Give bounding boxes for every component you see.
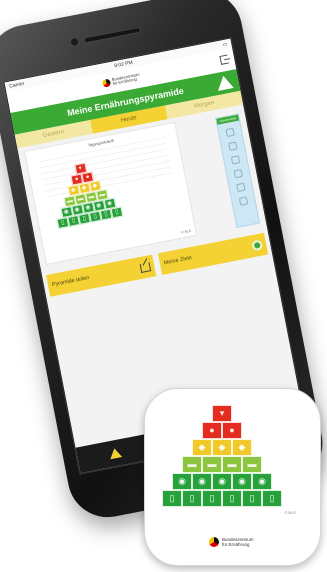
pyramid-row: ◉ ◉ ◉ ◉ ◉: [172, 473, 272, 490]
food-icon: ◆: [70, 187, 77, 194]
food-icon: ◉: [106, 200, 113, 208]
share-pyramid-label: Pyramide teilen: [51, 275, 90, 289]
food-icon: ▬: [87, 193, 95, 201]
food-item-icon[interactable]: [238, 196, 249, 206]
food-drawer[interactable]: Lebensmittel: [215, 113, 261, 228]
food-icon: ▯: [114, 209, 120, 216]
food-icon: ◉: [178, 476, 186, 486]
food-icon: ▬: [98, 191, 106, 199]
app-icon-caption: © BLE: [284, 510, 296, 515]
my-goals-label: Meine Ziele: [163, 255, 193, 267]
pyramid-cell: ▬: [222, 456, 242, 473]
pyramid-cell: ●: [202, 422, 222, 439]
pyramid-cell: ▯: [262, 490, 282, 507]
pyramid-row: ▾: [212, 405, 232, 422]
pyramid-cell: ◉: [252, 473, 272, 490]
food-icon: ◉: [198, 476, 206, 486]
pyramid-cell: ▯: [110, 206, 124, 219]
pyramid-cell: ●: [222, 422, 242, 439]
food-icon: ▯: [209, 493, 215, 503]
app-logo: Bundeszentrum für Ernährung: [101, 71, 141, 88]
food-icon: ▯: [169, 493, 175, 503]
pyramid-cell: ▬: [242, 456, 262, 473]
food-icon: ◉: [74, 206, 81, 214]
speaker-grille: [83, 26, 142, 44]
food-icon: ▬: [187, 459, 197, 469]
logo-emblem-icon: [101, 78, 112, 88]
food-icon: ●: [209, 425, 215, 435]
pyramid-info-icon[interactable]: [215, 74, 234, 91]
pyramid-cell: ▾: [212, 405, 232, 422]
pyramid-cell: ◉: [172, 473, 192, 490]
food-item-icon[interactable]: [236, 182, 246, 193]
food-icon: ◆: [218, 442, 226, 452]
pyramid-row: ▬ ▬ ▬ ▬: [182, 456, 262, 473]
food-icon: ▾: [78, 165, 83, 172]
share-icon: [139, 261, 152, 273]
food-icon: ◉: [63, 208, 70, 216]
food-icon: ▯: [229, 493, 235, 503]
food-pyramid-small[interactable]: ▾ ● ● ◆ ◆ ◆ ▬ ▬ ▬ ▬ ◉ ◉ ◉ ◉ ◉ ▯ ▯ ▯ ▯ ▯ ▯: [47, 157, 124, 229]
food-icon: ▯: [60, 219, 66, 227]
food-icon: ▾: [219, 408, 225, 418]
pyramid-cell: ◉: [212, 473, 232, 490]
food-icon: ◆: [81, 184, 88, 192]
food-icon: ▯: [93, 213, 98, 220]
food-icon: ◆: [238, 442, 246, 452]
food-item-icon[interactable]: [230, 155, 241, 165]
food-icon: ▬: [207, 459, 217, 469]
food-icon: ◆: [92, 182, 98, 190]
battery-icon: ▭: [221, 40, 228, 48]
pyramid-cell: ▯: [182, 490, 202, 507]
food-pyramid-large: ▾ ● ● ◆ ◆ ◆ ▬ ▬ ▬ ▬ ◉ ◉ ◉ ◉ ◉ ▯ ▯ ▯ ▯ ▯ ▯: [162, 405, 282, 507]
app-icon[interactable]: ▾ ● ● ◆ ◆ ◆ ▬ ▬ ▬ ▬ ◉ ◉ ◉ ◉ ◉ ▯ ▯ ▯ ▯ ▯ ▯ © BLE Bundeszentru…: [144, 388, 321, 566]
food-item-icon[interactable]: [225, 127, 235, 138]
pyramid-cell: ▬: [182, 456, 202, 473]
logo-line2: für Ernährung: [222, 542, 250, 547]
food-icon: ●: [85, 174, 91, 181]
food-icon: ◆: [198, 442, 206, 452]
pyramid-row: ● ●: [202, 422, 242, 439]
pyramid-card-note: © BLE: [180, 228, 192, 235]
pyramid-row: ▯ ▯ ▯ ▯ ▯ ▯: [162, 490, 282, 507]
app-icon-logo: Bundeszentrum für Ernährung: [209, 537, 254, 547]
pyramid-row: ◆ ◆ ◆: [192, 439, 252, 456]
pyramid-cell: ▯: [222, 490, 242, 507]
pyramid-cell: ◉: [232, 473, 252, 490]
food-icon: ▯: [103, 211, 109, 218]
award-badge-icon: [251, 239, 264, 252]
food-icon: ◉: [258, 476, 266, 486]
pyramid-icon[interactable]: [108, 447, 122, 460]
food-item-icon[interactable]: [228, 141, 238, 151]
food-icon: ▬: [227, 459, 237, 469]
pyramid-cell: ▯: [202, 490, 222, 507]
pyramid-cell: ◉: [192, 473, 212, 490]
food-item-icon[interactable]: [233, 168, 243, 179]
food-icon: ▯: [269, 493, 275, 503]
food-icon: ●: [74, 176, 80, 183]
pyramid-cell: ◆: [232, 439, 252, 456]
food-icon: ▯: [82, 215, 87, 223]
pyramid-cell: ◆: [212, 439, 232, 456]
pyramid-cell: ▬: [202, 456, 222, 473]
food-icon: ◉: [218, 476, 226, 486]
logo-emblem-icon: [209, 537, 219, 547]
pyramid-cell: ▯: [162, 490, 182, 507]
food-icon: ▯: [249, 493, 255, 503]
front-camera: [69, 36, 80, 48]
food-icon: ▬: [66, 197, 74, 205]
pyramid-card: Tagesprotokoll ▾ ● ● ◆ ◆ ◆ ▬ ▬ ▬ ▬ ◉ ◉ ◉ ◉ ◉ ▯ ▯ ▯ ▯ ▯ ▯ © B…: [23, 121, 198, 265]
food-icon: ▬: [77, 195, 85, 203]
food-icon: ◉: [84, 204, 92, 212]
food-icon: ◉: [238, 476, 246, 486]
food-icon: ▯: [189, 493, 195, 503]
logout-icon[interactable]: [219, 54, 229, 65]
pyramid-cell: ▯: [242, 490, 262, 507]
food-drawer-header: Lebensmittel: [216, 114, 240, 125]
food-icon: ●: [229, 425, 235, 435]
pyramid-cell: ◆: [192, 439, 212, 456]
food-icon: ▬: [247, 459, 257, 469]
food-icon: ◉: [95, 202, 102, 210]
food-icon: ▯: [71, 217, 76, 225]
